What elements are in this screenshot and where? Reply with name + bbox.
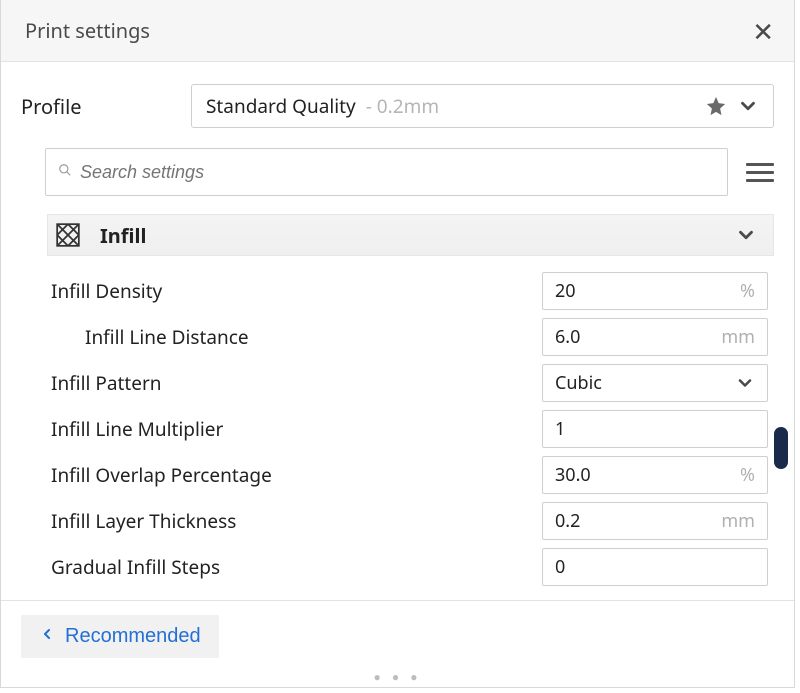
- setting-unit: mm: [721, 509, 755, 533]
- setting-value: 6.0: [555, 325, 713, 349]
- setting-row: Infill Line Multiplier 1: [51, 406, 768, 452]
- titlebar: Print settings ✕: [1, 0, 794, 62]
- profile-detail: - 0.2mm: [366, 93, 439, 119]
- star-icon[interactable]: [705, 95, 727, 117]
- infill-icon: [54, 221, 82, 249]
- setting-input[interactable]: 30.0%: [542, 456, 768, 494]
- close-icon[interactable]: ✕: [752, 18, 774, 44]
- setting-label: Infill Density: [51, 278, 542, 304]
- recommended-label: Recommended: [65, 625, 201, 648]
- setting-row: Gradual Infill Steps 0: [51, 544, 768, 590]
- setting-label: Infill Pattern: [51, 370, 542, 396]
- setting-row: Infill Layer Thickness 0.2 mm: [51, 498, 768, 544]
- setting-row: Infill Line Distance 6.0 mm: [51, 314, 768, 360]
- setting-unit: %: [740, 279, 755, 303]
- setting-input[interactable]: 1: [542, 410, 768, 448]
- panel-title: Print settings: [25, 17, 150, 44]
- setting-label: Infill Line Multiplier: [51, 416, 542, 442]
- setting-input[interactable]: 0: [542, 548, 768, 586]
- setting-select[interactable]: Cubic: [542, 364, 768, 402]
- scrollbar-thumb[interactable]: [774, 427, 788, 469]
- chevron-down-icon: [735, 373, 755, 393]
- setting-label: Infill Layer Thickness: [51, 508, 542, 534]
- resize-handle[interactable]: ● ● ●: [1, 668, 794, 687]
- settings-list: Infill Density20%Infill Line Distance6.0…: [51, 268, 768, 590]
- setting-value: 20: [555, 279, 732, 303]
- setting-input[interactable]: 6.0 mm: [542, 318, 768, 356]
- search-row: [45, 148, 774, 196]
- panel-body: Profile Standard Quality - 0.2mm: [1, 62, 794, 600]
- setting-value: 30.0: [555, 463, 732, 487]
- chevron-down-icon[interactable]: [735, 224, 757, 246]
- profile-row: Profile Standard Quality - 0.2mm: [21, 84, 774, 128]
- setting-value: 0: [555, 555, 755, 579]
- setting-unit: %: [740, 463, 755, 487]
- search-input[interactable]: [78, 161, 715, 184]
- setting-value: 0.2: [555, 509, 713, 533]
- setting-input[interactable]: 20%: [542, 272, 768, 310]
- search-box[interactable]: [45, 148, 728, 196]
- setting-unit: mm: [721, 325, 755, 349]
- print-settings-panel: Print settings ✕ Profile Standard Qualit…: [0, 0, 795, 688]
- footer: Recommended: [1, 600, 794, 668]
- setting-row: Infill Overlap Percentage30.0%: [51, 452, 768, 498]
- profile-label: Profile: [21, 93, 171, 120]
- profile-select[interactable]: Standard Quality - 0.2mm: [191, 84, 774, 128]
- setting-label: Gradual Infill Steps: [51, 554, 542, 580]
- search-icon: [58, 163, 72, 182]
- setting-value: 1: [555, 417, 755, 441]
- profile-name: Standard Quality: [206, 93, 356, 119]
- setting-label: Infill Overlap Percentage: [51, 462, 542, 488]
- setting-value: Cubic: [555, 371, 727, 395]
- recommended-button[interactable]: Recommended: [21, 615, 219, 658]
- setting-row: Infill Pattern Cubic: [51, 360, 768, 406]
- setting-row: Infill Density20%: [51, 268, 768, 314]
- hamburger-icon[interactable]: [746, 163, 774, 182]
- chevron-down-icon[interactable]: [737, 95, 759, 117]
- setting-label: Infill Line Distance: [51, 324, 542, 350]
- chevron-left-icon: [39, 625, 55, 648]
- section-header-infill[interactable]: Infill: [47, 214, 774, 256]
- section-title: Infill: [100, 222, 146, 249]
- setting-input[interactable]: 0.2 mm: [542, 502, 768, 540]
